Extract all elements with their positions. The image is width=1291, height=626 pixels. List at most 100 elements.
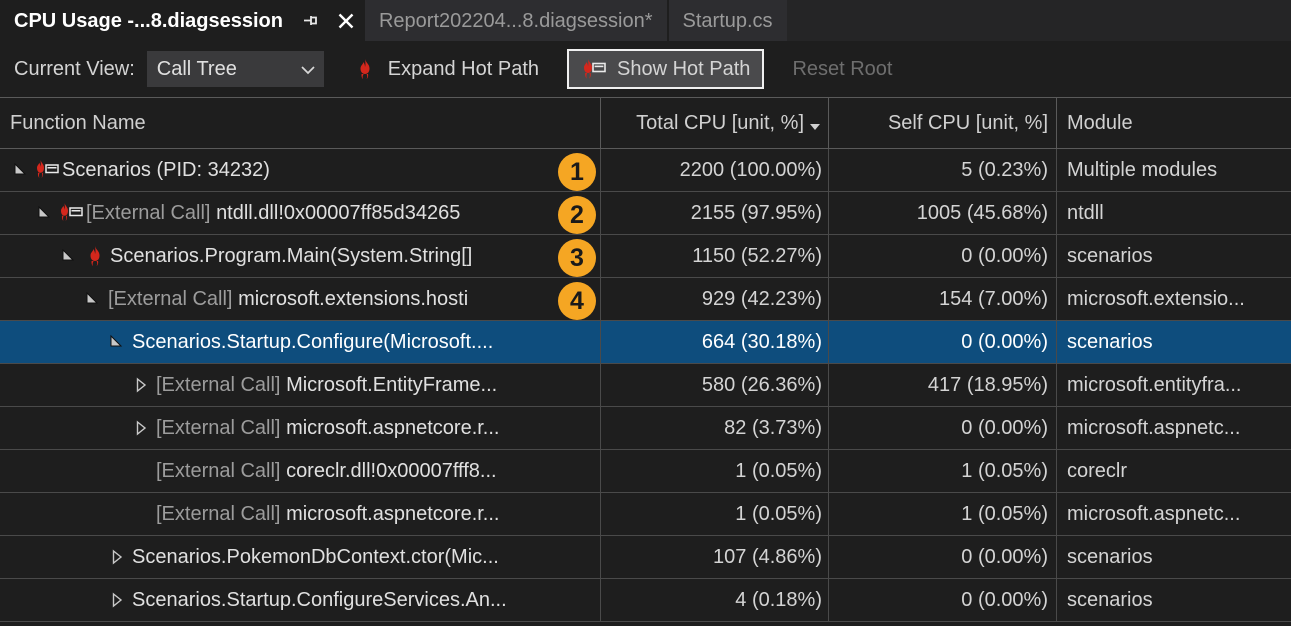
cell-self-cpu: 417 (18.95%) xyxy=(829,364,1057,406)
cell-function-name: [External Call] microsoft.aspnetcore.r..… xyxy=(0,407,601,449)
expand-hot-path-button[interactable]: Expand Hot Path xyxy=(338,49,553,89)
cell-self-cpu: 0 (0.00%) xyxy=(829,579,1057,621)
reset-root-label: Reset Root xyxy=(792,58,892,81)
cell-module: scenarios xyxy=(1057,321,1291,363)
table-row[interactable]: [External Call] Microsoft.EntityFrame...… xyxy=(0,364,1291,407)
tab-report-label: Report202204...8.diagsession* xyxy=(379,11,653,31)
external-call-prefix: [External Call] xyxy=(156,417,286,439)
column-header-module[interactable]: Module xyxy=(1057,98,1291,148)
tab-bar-filler xyxy=(787,0,1291,41)
flame-icon xyxy=(352,56,378,82)
external-call-prefix: [External Call] xyxy=(156,503,286,525)
cell-self-cpu: 0 (0.00%) xyxy=(829,407,1057,449)
function-name-core: microsoft.aspnetcore.r... xyxy=(286,503,499,525)
tab-cpu-usage-label: CPU Usage -...8.diagsession xyxy=(14,11,283,31)
flame-icon xyxy=(82,245,108,267)
tab-startup-cs[interactable]: Startup.cs xyxy=(669,0,787,41)
function-name-core: Scenarios.Startup.ConfigureServices.An..… xyxy=(132,589,507,611)
table-row[interactable]: Scenarios (PID: 34232) 2200 (100.00%)5 (0… xyxy=(0,149,1291,192)
expander-expanded-icon[interactable] xyxy=(8,157,34,183)
cell-module: microsoft.aspnetc... xyxy=(1057,407,1291,449)
function-name-core: ntdll.dll!0x00007ff85d34265 xyxy=(216,202,460,224)
function-name-core: Scenarios.Program.Main(System.String[] xyxy=(110,245,472,267)
expander-expanded-icon[interactable] xyxy=(80,286,106,312)
cell-self-cpu: 154 (7.00%) xyxy=(829,278,1057,320)
cell-function-name: [External Call] coreclr.dll!0x00007fff8.… xyxy=(0,450,601,492)
column-header-function-name[interactable]: Function Name xyxy=(0,98,601,148)
annotation-badge-3: 3 xyxy=(558,239,596,277)
expander-collapsed-icon[interactable] xyxy=(104,587,130,613)
cell-function-name: [External Call] microsoft.extensions.hos… xyxy=(0,278,601,320)
table-row[interactable]: Scenarios.PokemonDbContext.ctor(Mic...10… xyxy=(0,536,1291,579)
cell-total-cpu: 929 (42.23%) xyxy=(601,278,829,320)
table-row[interactable]: [External Call] ntdll.dll!0x00007ff85d34… xyxy=(0,192,1291,235)
cell-function-name: Scenarios (PID: 34232) xyxy=(0,149,601,191)
cell-module: scenarios xyxy=(1057,235,1291,277)
function-name-text: [External Call] Microsoft.EntityFrame... xyxy=(156,374,497,397)
cell-module: scenarios xyxy=(1057,536,1291,578)
external-call-prefix: [External Call] xyxy=(108,288,238,310)
function-name-text: Scenarios.PokemonDbContext.ctor(Mic... xyxy=(132,546,499,569)
cell-module: microsoft.aspnetc... xyxy=(1057,493,1291,535)
expander-collapsed-icon[interactable] xyxy=(128,415,154,441)
close-icon[interactable] xyxy=(335,10,357,32)
flame-bar-icon xyxy=(581,56,607,82)
function-name-text: Scenarios.Startup.Configure(Microsoft...… xyxy=(132,331,493,354)
column-header-function-name-label: Function Name xyxy=(10,112,146,135)
cell-module: Multiple modules xyxy=(1057,149,1291,191)
cell-total-cpu: 2155 (97.95%) xyxy=(601,192,829,234)
show-hot-path-label: Show Hot Path xyxy=(617,58,750,81)
cell-function-name: [External Call] microsoft.aspnetcore.r..… xyxy=(0,493,601,535)
table-row[interactable]: [External Call] microsoft.aspnetcore.r..… xyxy=(0,493,1291,536)
cell-function-name: Scenarios.Startup.ConfigureServices.An..… xyxy=(0,579,601,621)
expander-expanded-icon[interactable] xyxy=(32,200,58,226)
flame-bar-icon xyxy=(34,159,60,181)
cell-module: scenarios xyxy=(1057,579,1291,621)
reset-root-button: Reset Root xyxy=(778,49,906,89)
pin-icon[interactable] xyxy=(299,10,321,32)
table-row[interactable]: Scenarios.Startup.Configure(Microsoft...… xyxy=(0,321,1291,364)
cell-total-cpu: 82 (3.73%) xyxy=(601,407,829,449)
cell-module: microsoft.extensio... xyxy=(1057,278,1291,320)
cell-function-name: [External Call] ntdll.dll!0x00007ff85d34… xyxy=(0,192,601,234)
column-header-total-cpu[interactable]: Total CPU [unit, %] xyxy=(601,98,829,148)
column-header-module-label: Module xyxy=(1067,112,1133,135)
function-name-text: Scenarios.Startup.ConfigureServices.An..… xyxy=(132,589,507,612)
sort-descending-icon xyxy=(808,116,822,130)
expander-collapsed-icon[interactable] xyxy=(128,372,154,398)
column-header-self-cpu[interactable]: Self CPU [unit, %] xyxy=(829,98,1057,148)
table-row[interactable]: [External Call] microsoft.aspnetcore.r..… xyxy=(0,407,1291,450)
tab-cpu-usage[interactable]: CPU Usage -...8.diagsession xyxy=(0,0,363,41)
cell-total-cpu: 1 (0.05%) xyxy=(601,493,829,535)
expander-expanded-icon[interactable] xyxy=(56,243,82,269)
tab-startup-label: Startup.cs xyxy=(683,11,773,31)
function-name-core: Microsoft.EntityFrame... xyxy=(286,374,497,396)
cell-total-cpu: 4 (0.18%) xyxy=(601,579,829,621)
current-view-value: Call Tree xyxy=(157,58,300,81)
show-hot-path-button[interactable]: Show Hot Path xyxy=(567,49,764,89)
table-row[interactable]: [External Call] coreclr.dll!0x00007fff8.… xyxy=(0,450,1291,493)
cell-function-name: Scenarios.PokemonDbContext.ctor(Mic... xyxy=(0,536,601,578)
table-row[interactable]: Scenarios.Program.Main(System.String[]11… xyxy=(0,235,1291,278)
table-row[interactable]: Scenarios.Startup.ConfigureServices.An..… xyxy=(0,579,1291,622)
external-call-prefix: [External Call] xyxy=(156,460,286,482)
chevron-down-icon xyxy=(300,62,314,76)
function-name-text: [External Call] microsoft.aspnetcore.r..… xyxy=(156,503,499,526)
cell-self-cpu: 5 (0.23%) xyxy=(829,149,1057,191)
cell-self-cpu: 0 (0.00%) xyxy=(829,235,1057,277)
cell-function-name: Scenarios.Startup.Configure(Microsoft...… xyxy=(0,321,601,363)
annotation-badge-2: 2 xyxy=(558,196,596,234)
expander-collapsed-icon[interactable] xyxy=(104,544,130,570)
expander-placeholder xyxy=(128,458,154,484)
table-row[interactable]: [External Call] microsoft.extensions.hos… xyxy=(0,278,1291,321)
expand-hot-path-label: Expand Hot Path xyxy=(388,58,539,81)
tab-report-diagsession[interactable]: Report202204...8.diagsession* xyxy=(365,0,667,41)
grid-header-row: Function Name Total CPU [unit, %] Self C… xyxy=(0,97,1291,149)
current-view-dropdown[interactable]: Call Tree xyxy=(147,51,324,87)
cell-self-cpu: 1 (0.05%) xyxy=(829,450,1057,492)
expander-expanded-icon[interactable] xyxy=(104,329,130,355)
function-name-core: Scenarios (PID: 34232) xyxy=(62,159,270,181)
cell-total-cpu: 2200 (100.00%) xyxy=(601,149,829,191)
annotation-badge-4: 4 xyxy=(558,282,596,320)
call-tree-grid: Function Name Total CPU [unit, %] Self C… xyxy=(0,97,1291,622)
